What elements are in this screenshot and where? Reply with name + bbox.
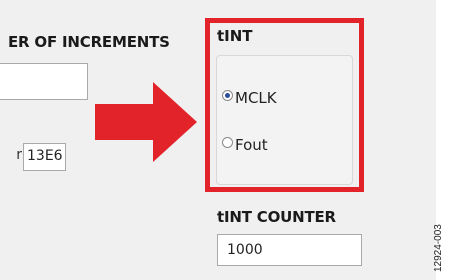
- red-arrow-icon: [95, 82, 197, 162]
- tint-counter-input[interactable]: 1000: [217, 234, 362, 266]
- partial-field-label: r: [16, 147, 22, 163]
- number-of-increments-input[interactable]: [0, 63, 88, 100]
- tint-counter-label: tINT COUNTER: [217, 208, 336, 226]
- number-of-increments-label: ER OF INCREMENTS: [8, 33, 170, 51]
- partial-value-input[interactable]: 13E6: [23, 143, 66, 171]
- red-highlight-box: [205, 18, 364, 192]
- figure-code: 12924-003: [433, 224, 444, 272]
- settings-panel: ER OF INCREMENTS r 13E6 tINT MCLK Fout t…: [0, 0, 436, 280]
